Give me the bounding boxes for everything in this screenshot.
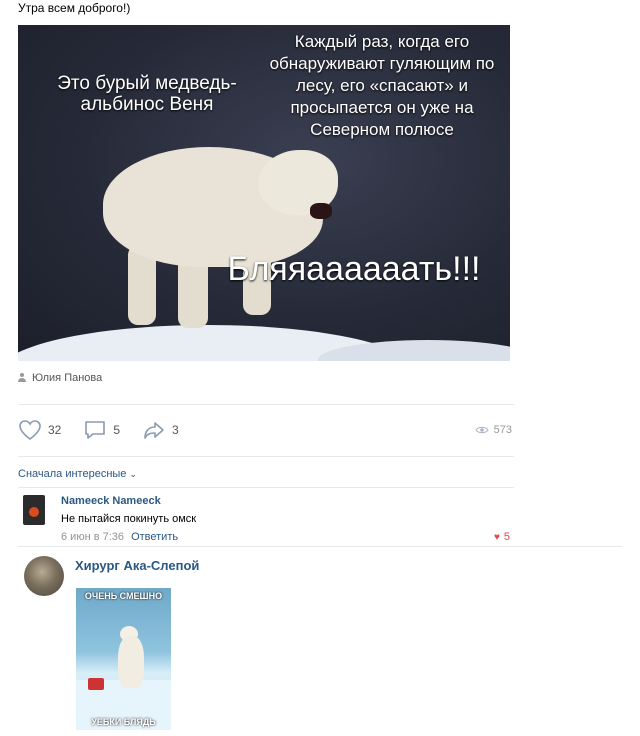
post-image[interactable]: Каждый раз, когда его обнаруживают гуляю… bbox=[18, 25, 510, 361]
bear-mouth bbox=[310, 203, 332, 219]
comment-meta: 6 июн в 7:36 Ответить bbox=[61, 531, 178, 543]
like-button[interactable]: 32 bbox=[18, 419, 61, 441]
post-actions: 32 5 3 573 bbox=[18, 418, 512, 442]
divider bbox=[18, 456, 514, 457]
reply-button[interactable]: Ответить bbox=[131, 531, 178, 543]
avatar[interactable] bbox=[24, 556, 64, 596]
share-count: 3 bbox=[172, 423, 179, 437]
heart-icon: ♥ bbox=[493, 531, 500, 543]
sort-label: Сначала интересные bbox=[18, 468, 127, 480]
post-author[interactable]: Юлия Панова bbox=[18, 372, 102, 384]
eye-icon bbox=[475, 426, 489, 434]
share-button[interactable]: 3 bbox=[142, 419, 179, 441]
comment-author[interactable]: Хирург Ака-Слепой bbox=[75, 558, 199, 573]
chevron-down-icon: ⌄ bbox=[129, 469, 138, 479]
comment-image-top-text: ОЧЕНЬ СМЕШНО bbox=[84, 591, 163, 601]
comment-image-bottom-text: УЕБКИ БЛЯДЬ bbox=[91, 717, 156, 727]
divider bbox=[18, 546, 622, 547]
comment-author[interactable]: Nameeck Nameeck bbox=[61, 495, 161, 507]
person-icon bbox=[18, 373, 26, 383]
post-text: Утра всем доброго!) bbox=[18, 1, 131, 15]
comment-count: 5 bbox=[113, 423, 121, 437]
comment-image[interactable]: ОЧЕНЬ СМЕШНО УЕБКИ БЛЯДЬ bbox=[76, 588, 171, 730]
like-count: 32 bbox=[48, 423, 62, 437]
comment-like-count: 5 bbox=[503, 531, 510, 543]
divider bbox=[18, 404, 514, 405]
avatar[interactable] bbox=[23, 495, 45, 525]
comment-text: Не пытайся покинуть омск bbox=[61, 513, 197, 525]
comment-like-button[interactable]: ♥ 5 bbox=[494, 531, 510, 543]
divider bbox=[18, 487, 514, 488]
comment-button[interactable]: 5 bbox=[83, 419, 120, 441]
comment-date[interactable]: 6 июн в 7:36 bbox=[61, 531, 124, 543]
heart-icon bbox=[19, 420, 41, 441]
comment-icon bbox=[85, 421, 106, 439]
meme-caption-right: Каждый раз, когда его обнаруживают гуляю… bbox=[269, 32, 495, 139]
comment-sort-dropdown[interactable]: Сначала интересные ⌄ bbox=[18, 468, 137, 480]
view-count: 573 bbox=[493, 424, 512, 436]
views-counter: 573 bbox=[475, 424, 512, 436]
meme-caption-left: Это бурый медведь-альбинос Веня bbox=[57, 73, 237, 115]
author-name[interactable]: Юлия Панова bbox=[32, 372, 102, 384]
share-icon bbox=[144, 422, 164, 439]
bear-body bbox=[118, 636, 144, 688]
bottle-shape bbox=[88, 678, 104, 690]
meme-caption-big: Бляяаааааать!!! bbox=[227, 250, 481, 288]
